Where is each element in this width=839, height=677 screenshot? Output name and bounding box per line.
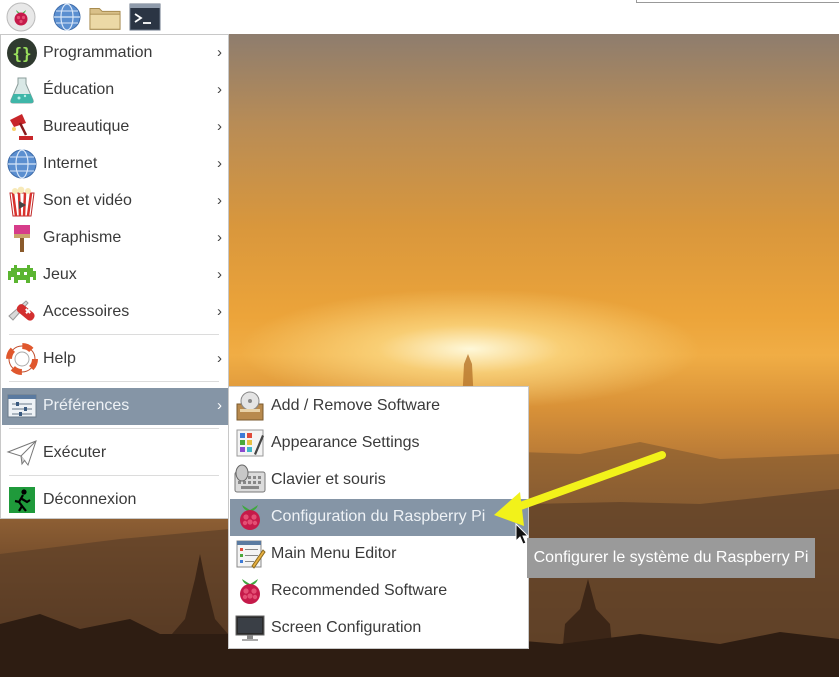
menu-separator (9, 475, 219, 476)
menu-item-label: Exécuter (43, 444, 107, 461)
submenu-arrow-icon: › (217, 266, 222, 283)
braces-icon: {} (7, 38, 37, 68)
submenu-item-label: Appearance Settings (271, 434, 420, 451)
terminal-button[interactable] (129, 1, 161, 33)
submenu-item-label: Screen Configuration (271, 619, 422, 636)
menu-item-programmation[interactable]: {} Programmation › (2, 35, 228, 72)
menu-item-executer[interactable]: Exécuter (2, 435, 228, 472)
menu-item-education[interactable]: Éducation › (2, 72, 228, 109)
globe-icon (7, 149, 37, 179)
menu-separator (9, 428, 219, 429)
menu-item-deconnexion[interactable]: Déconnexion (2, 482, 228, 519)
file-manager-icon (89, 8, 121, 30)
monitor-icon (235, 615, 265, 641)
submenu-arrow-icon: › (217, 303, 222, 320)
software-package-icon (236, 391, 264, 421)
menu-item-accessoires[interactable]: Accessoires › (2, 294, 228, 331)
menu-item-label: Programmation (43, 44, 153, 61)
submenu-arrow-icon: › (217, 81, 222, 98)
submenu-arrow-icon: › (217, 192, 222, 209)
popcorn-icon (9, 186, 35, 217)
menu-item-preferences[interactable]: Préférences › (2, 388, 228, 425)
menu-item-label: Jeux (43, 266, 77, 283)
menu-editor-icon (236, 540, 266, 569)
submenu-item-label: Clavier et souris (271, 471, 386, 488)
menu-item-label: Déconnexion (43, 491, 137, 508)
paper-plane-icon (6, 440, 37, 467)
submenu-arrow-icon: › (217, 397, 222, 414)
menu-item-label: Help (43, 350, 76, 367)
submenu-item-configuration-raspberry-pi[interactable]: Configuration du Raspberry Pi (230, 499, 528, 536)
menu-item-graphisme[interactable]: Graphisme › (2, 220, 228, 257)
submenu-arrow-icon: › (217, 44, 222, 61)
raspberry-menu-icon (6, 2, 36, 32)
submenu-item-appearance-settings[interactable]: Appearance Settings (230, 425, 528, 462)
preferences-submenu: Add / Remove Software Appearance Setting… (228, 386, 529, 649)
menu-separator (9, 381, 219, 382)
web-browser-icon (53, 3, 81, 31)
web-browser-button[interactable] (51, 1, 83, 33)
paintbrush-icon (14, 225, 30, 252)
submenu-arrow-icon: › (217, 350, 222, 367)
menu-item-label: Éducation (43, 81, 115, 98)
raspberry-icon (240, 505, 260, 530)
menu-item-label: Internet (43, 155, 98, 172)
keyboard-mouse-icon (234, 464, 266, 493)
raspberry-icon (240, 579, 260, 604)
menu-item-jeux[interactable]: Jeux › (2, 257, 228, 294)
desk-lamp-icon (10, 114, 33, 140)
menu-item-label: Graphisme (43, 229, 122, 246)
menu-item-son-et-video[interactable]: Son et vidéo › (2, 183, 228, 220)
submenu-arrow-icon: › (217, 229, 222, 246)
submenu-item-label: Main Menu Editor (271, 545, 397, 562)
menu-item-bureautique[interactable]: Bureautique › (2, 109, 228, 146)
appearance-palette-icon (236, 429, 264, 457)
panel-window-edge (636, 0, 839, 3)
menu-item-label: Son et vidéo (43, 192, 132, 209)
submenu-item-label: Add / Remove Software (271, 397, 440, 414)
flask-icon (10, 77, 34, 104)
top-panel (0, 0, 839, 34)
menu-item-help[interactable]: Help › (2, 341, 228, 378)
terminal-icon (129, 3, 161, 31)
tooltip: Configurer le système du Raspberry Pi (527, 538, 815, 578)
menu-item-label: Bureautique (43, 118, 130, 135)
file-manager-button[interactable] (89, 1, 121, 33)
submenu-item-label: Configuration du Raspberry Pi (271, 508, 486, 525)
space-invader-icon (8, 265, 36, 283)
submenu-item-screen-configuration[interactable]: Screen Configuration (230, 610, 528, 647)
submenu-arrow-icon: › (217, 155, 222, 172)
submenu-item-label: Recommended Software (271, 582, 448, 599)
submenu-item-main-menu-editor[interactable]: Main Menu Editor (230, 536, 528, 573)
submenu-item-recommended-software[interactable]: Recommended Software (230, 573, 528, 610)
menu-item-internet[interactable]: Internet › (2, 146, 228, 183)
lifebuoy-icon (6, 343, 38, 375)
submenu-item-add-remove-software[interactable]: Add / Remove Software (230, 388, 528, 425)
submenu-arrow-icon: › (217, 118, 222, 135)
preferences-sliders-icon (7, 394, 37, 418)
svg-text:{}: {} (12, 44, 31, 63)
menu-item-label: Préférences (43, 397, 130, 414)
main-application-menu: {} Programmation › Éducation › Bureautiq… (0, 34, 229, 519)
menu-item-label: Accessoires (43, 303, 130, 320)
raspberry-menu-button[interactable] (5, 1, 37, 33)
menu-separator (9, 334, 219, 335)
pocket-knife-icon (8, 300, 35, 321)
exit-icon (9, 487, 35, 513)
submenu-item-clavier-et-souris[interactable]: Clavier et souris (230, 462, 528, 499)
